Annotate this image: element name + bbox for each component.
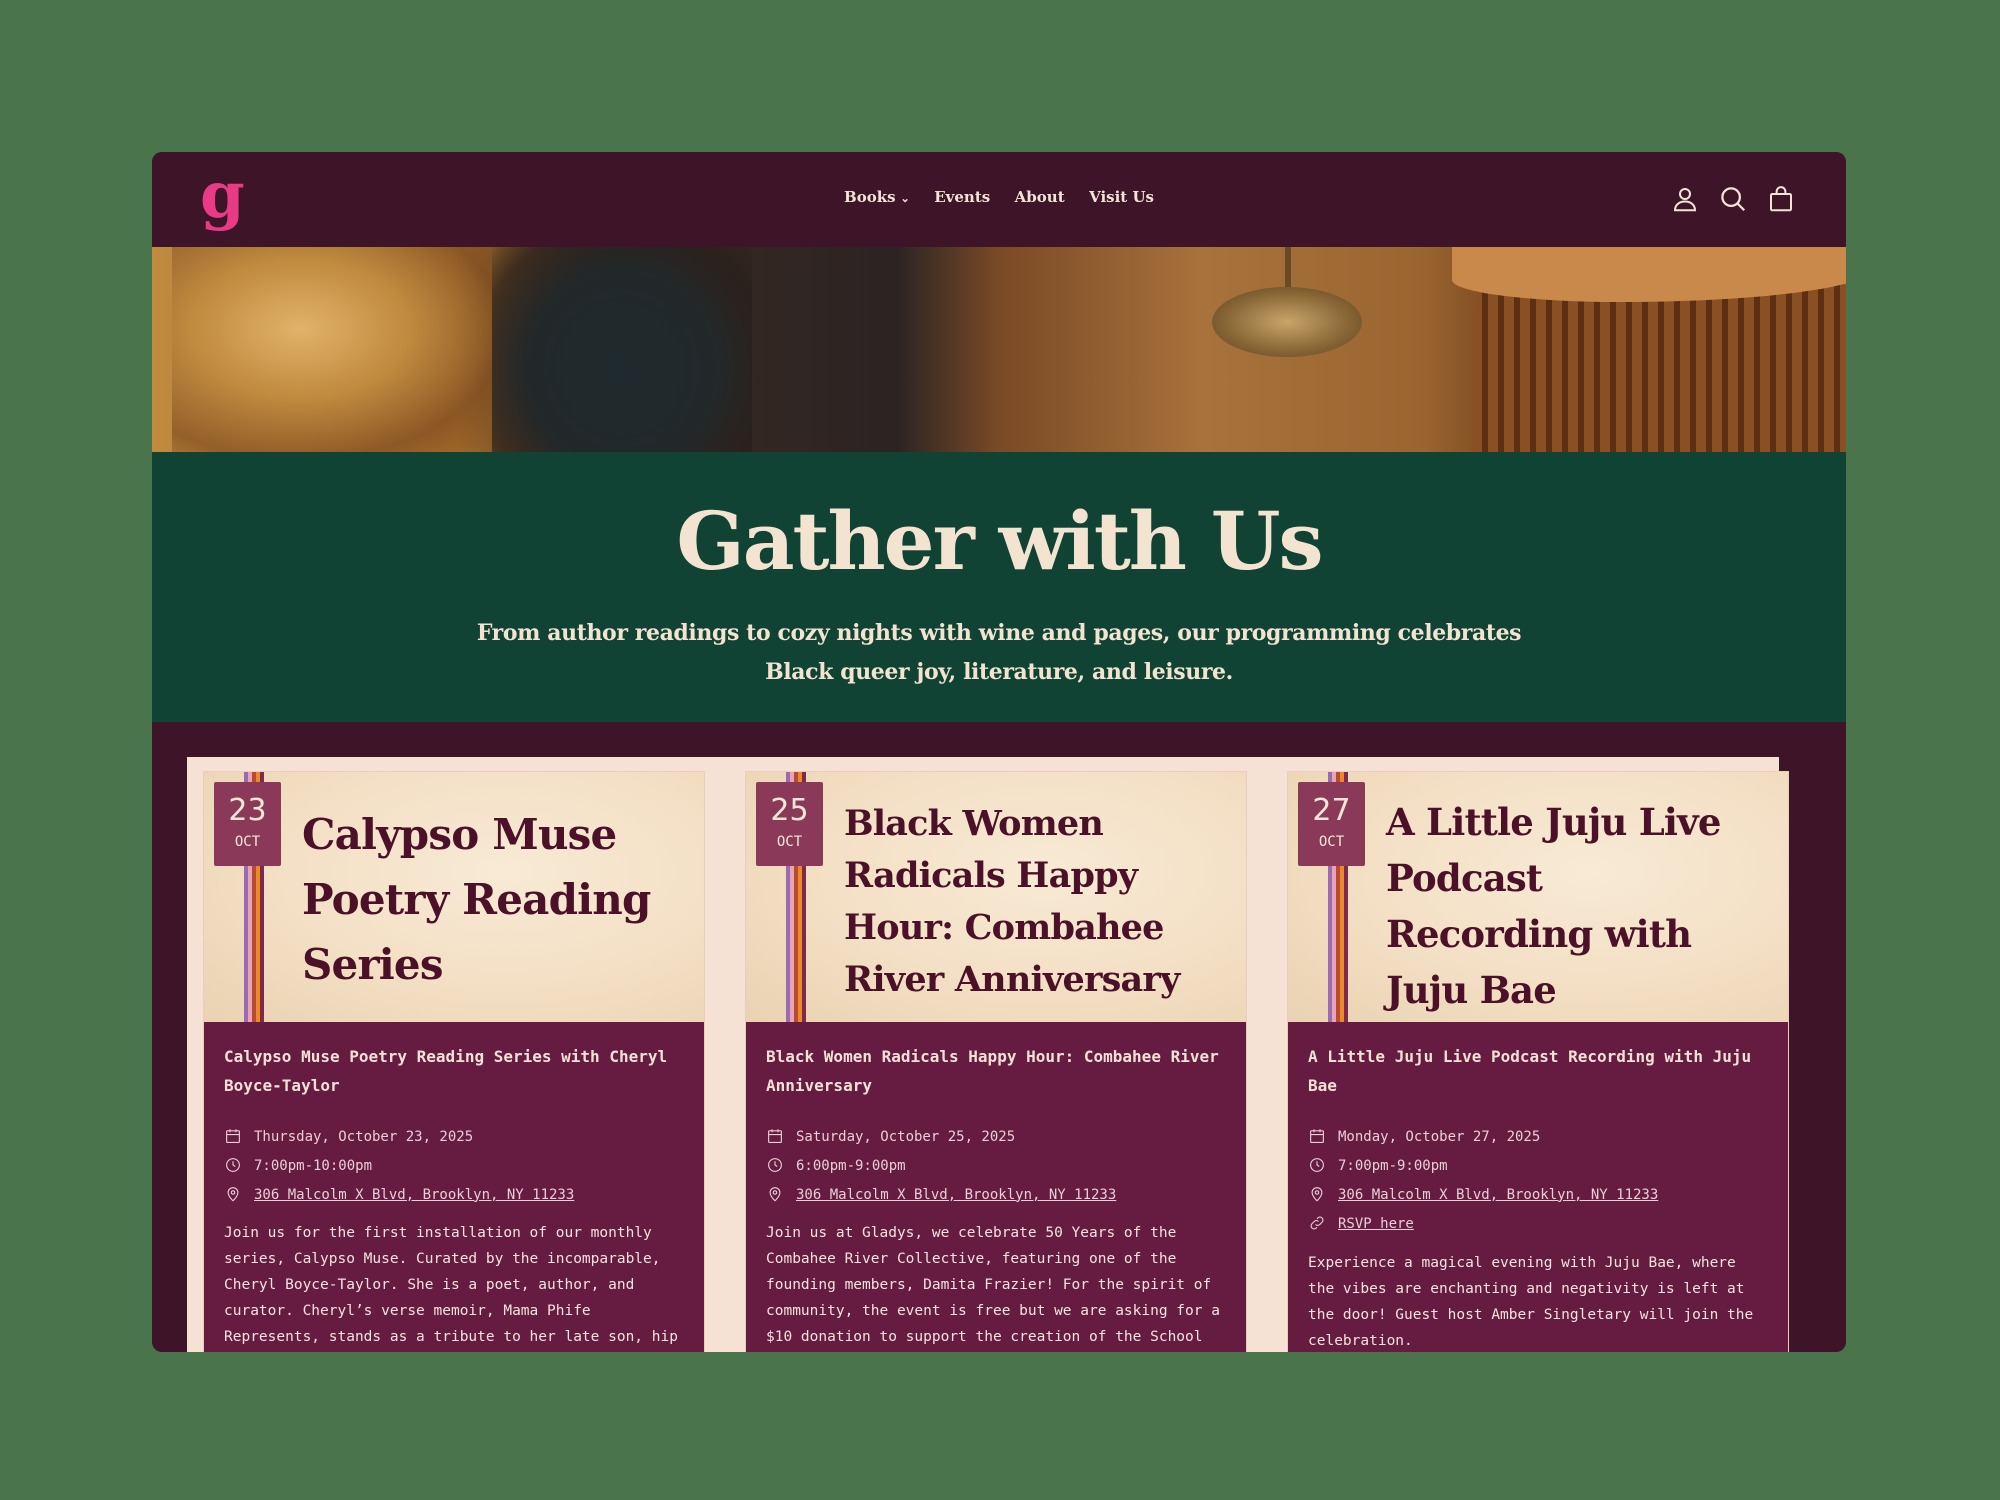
event-meta: Saturday, October 25, 2025 6:00pm-9:00pm… [766,1122,1226,1209]
date-day: 27 [1312,793,1351,828]
event-card-header: 27 OCT A Little Juju Live Podcast Record… [1288,772,1788,1022]
clock-icon [766,1156,786,1176]
event-description: Experience a magical evening with Juju B… [1308,1255,1754,1349]
photo-person-center [492,247,752,452]
event-heading[interactable]: A Little Juju Live Podcast Recording wit… [1308,1042,1768,1100]
event-location-row: 306 Malcolm X Blvd, Brooklyn, NY 11233 [1308,1180,1768,1209]
event-time-row: 6:00pm-9:00pm [766,1151,1226,1180]
event-card-title[interactable]: Calypso Muse Poetry Reading Series [302,802,684,997]
event-meta: Thursday, October 23, 2025 7:00pm-10:00p… [224,1122,684,1209]
nav-about[interactable]: About [1015,188,1065,206]
event-date-row: Saturday, October 25, 2025 [766,1122,1226,1151]
intro-band: Gather with Us From author readings to c… [152,452,1846,722]
clock-icon [224,1156,244,1176]
event-rsvp-row: RSVP here [1308,1209,1768,1238]
date-month: OCT [776,834,803,850]
header-icons [1670,184,1796,214]
event-card-header: 23 OCT Calypso Muse Poetry Reading Serie… [204,772,704,1022]
event-card-title[interactable]: Black Women Radicals Happy Hour: Combahe… [844,798,1226,1006]
event-date: Monday, October 27, 2025 [1338,1128,1541,1145]
site-header: g Books ⌄ Events About Visit Us [152,152,1846,247]
event-meta: Monday, October 27, 2025 7:00pm-9:00pm 3… [1308,1122,1768,1238]
events-list: 23 OCT Calypso Muse Poetry Reading Serie… [187,757,1789,1352]
date-month: OCT [234,834,261,850]
date-badge: 23 OCT [214,782,281,866]
event-location-row: 306 Malcolm X Blvd, Brooklyn, NY 11233 [766,1180,1226,1209]
event-card-body: A Little Juju Live Podcast Recording wit… [1288,1022,1788,1352]
event-address-link[interactable]: 306 Malcolm X Blvd, Brooklyn, NY 11233 [254,1187,574,1203]
clock-icon [1308,1156,1328,1176]
nav-visit-us[interactable]: Visit Us [1089,188,1154,206]
event-heading[interactable]: Calypso Muse Poetry Reading Series with … [224,1042,684,1100]
chevron-down-icon: ⌄ [900,192,910,205]
event-card[interactable]: 25 OCT Black Women Radicals Happy Hour: … [745,771,1247,1352]
nav-events[interactable]: Events [934,188,990,206]
rsvp-link[interactable]: RSVP here [1338,1216,1414,1232]
event-card[interactable]: 27 OCT A Little Juju Live Podcast Record… [1287,771,1789,1352]
hero-photo [152,247,1846,452]
calendar-icon [224,1127,244,1147]
event-time: 7:00pm-10:00pm [254,1157,373,1174]
page-subtitle: From author readings to cozy nights with… [476,620,1522,685]
date-badge: 25 OCT [756,782,823,866]
event-date-row: Thursday, October 23, 2025 [224,1122,684,1151]
photo-person-left [172,247,492,452]
event-heading[interactable]: Black Women Radicals Happy Hour: Combahe… [766,1042,1226,1100]
account-icon[interactable] [1670,184,1700,214]
event-description: Join us for the first installation of ou… [224,1225,678,1345]
event-card-title[interactable]: A Little Juju Live Podcast Recording wit… [1386,794,1748,1018]
photo-stool-base [1212,287,1362,357]
event-time: 6:00pm-9:00pm [796,1157,906,1174]
date-day: 23 [228,793,267,828]
event-card[interactable]: 23 OCT Calypso Muse Poetry Reading Serie… [203,771,705,1352]
event-card-header: 25 OCT Black Women Radicals Happy Hour: … [746,772,1246,1022]
event-address-link[interactable]: 306 Malcolm X Blvd, Brooklyn, NY 11233 [796,1187,1116,1203]
cart-icon[interactable] [1766,184,1796,214]
event-time-row: 7:00pm-10:00pm [224,1151,684,1180]
event-address-link[interactable]: 306 Malcolm X Blvd, Brooklyn, NY 11233 [1338,1187,1658,1203]
location-pin-icon [224,1185,244,1205]
nav-books-label: Books [844,188,896,206]
calendar-icon [1308,1127,1328,1147]
event-date: Saturday, October 25, 2025 [796,1128,1016,1145]
event-date-row: Monday, October 27, 2025 [1308,1122,1768,1151]
calendar-icon [766,1127,786,1147]
date-month: OCT [1318,834,1345,850]
location-pin-icon [766,1185,786,1205]
date-badge: 27 OCT [1298,782,1365,866]
nav-books[interactable]: Books ⌄ [844,188,910,206]
event-card-body: Calypso Muse Poetry Reading Series with … [204,1022,704,1352]
date-day: 25 [770,793,809,828]
location-pin-icon [1308,1185,1328,1205]
browser-viewport: g Books ⌄ Events About Visit Us Gather w… [152,152,1846,1352]
event-description: Join us at Gladys, we celebrate 50 Years… [766,1225,1220,1345]
event-card-body: Black Women Radicals Happy Hour: Combahe… [746,1022,1246,1352]
event-time-row: 7:00pm-9:00pm [1308,1151,1768,1180]
event-location-row: 306 Malcolm X Blvd, Brooklyn, NY 11233 [224,1180,684,1209]
main-nav: Books ⌄ Events About Visit Us [152,188,1846,207]
page-title: Gather with Us [676,494,1323,588]
event-date: Thursday, October 23, 2025 [254,1128,474,1145]
link-icon [1308,1214,1328,1234]
search-icon[interactable] [1718,184,1748,214]
event-time: 7:00pm-9:00pm [1338,1157,1448,1174]
